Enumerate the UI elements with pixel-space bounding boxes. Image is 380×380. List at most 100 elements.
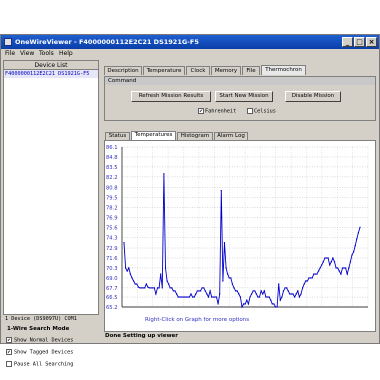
y-tick-label: 66.5 (106, 295, 118, 301)
data-point (206, 293, 208, 295)
y-tick-label: 76.9 (106, 215, 118, 221)
data-point (294, 296, 296, 298)
data-point (139, 287, 141, 289)
menu-view[interactable]: View (20, 50, 34, 57)
checkbox-unchecked-icon (6, 361, 12, 367)
data-point (126, 270, 128, 272)
minimize-button[interactable]: _ (342, 37, 353, 47)
data-point (177, 296, 179, 298)
close-button[interactable]: × (366, 37, 377, 47)
y-tick-label: 79.5 (106, 196, 118, 202)
subtab-status[interactable]: Status (105, 132, 130, 140)
data-point (298, 296, 301, 298)
data-point (301, 287, 304, 289)
temperature-chart[interactable]: 65.2 66.5 67.7 69.0 70.3 71.6 72.9 74.3 75.6 76.9… (105, 141, 375, 331)
menu-file[interactable]: File (5, 50, 15, 57)
data-point (255, 293, 257, 295)
data-point (211, 296, 213, 298)
data-point (171, 287, 173, 289)
data-point (207, 296, 210, 298)
data-point (214, 296, 216, 298)
y-tick-label: 65.2 (106, 305, 118, 311)
tab-thermochron[interactable]: Thermochron (261, 65, 306, 75)
data-point (290, 293, 293, 295)
data-point (337, 267, 339, 269)
data-point (343, 267, 345, 269)
y-tick-label: 86.1 (106, 145, 118, 151)
data-point (292, 293, 294, 295)
data-point (215, 296, 218, 298)
search-mode-title: 1-Wire Search Mode (7, 326, 70, 332)
tab-file[interactable]: File (242, 66, 260, 75)
data-point (305, 280, 307, 282)
tab-clock[interactable]: Clock (186, 66, 210, 75)
data-point (140, 287, 143, 289)
data-point (123, 242, 125, 244)
data-point (278, 283, 280, 285)
data-point (317, 270, 320, 272)
data-point (222, 280, 224, 282)
fahrenheit-checkbox[interactable]: ✔ Fahrenheit (198, 108, 236, 115)
temperature-graph[interactable]: 65.2 66.5 67.7 69.0 70.3 71.6 72.9 74.3 75.6 76.9… (104, 140, 376, 332)
menu-tools[interactable]: Tools (39, 50, 54, 57)
data-point (274, 306, 277, 308)
data-point (150, 287, 152, 289)
title-bar[interactable]: OneWireViewer - F4000000112E2C21 DS1921G… (1, 35, 379, 49)
maximize-button[interactable]: □ (354, 37, 365, 47)
data-point (179, 296, 181, 298)
pause-all-searching-checkbox[interactable]: Pause All Searching (6, 361, 73, 368)
tab-description[interactable]: Description (104, 66, 142, 75)
y-tick-label: 75.6 (106, 225, 118, 231)
data-point (187, 296, 189, 298)
refresh-mission-results-button[interactable]: Refresh Mission Results (131, 91, 211, 102)
data-point (182, 296, 184, 298)
data-point (156, 287, 159, 289)
data-point (271, 303, 273, 305)
series-line (123, 173, 361, 309)
data-point (325, 257, 328, 259)
checkbox-unchecked-icon (247, 108, 253, 114)
data-point (270, 299, 272, 301)
show-tagged-devices-checkbox[interactable]: ✔ Show Tagged Devices (6, 349, 73, 356)
data-point (263, 290, 265, 292)
disable-mission-button[interactable]: Disable Mission (285, 91, 341, 102)
checkbox-checked-icon: ✔ (198, 108, 204, 114)
data-point (225, 267, 227, 269)
celsius-checkbox[interactable]: Celsius (247, 108, 276, 115)
data-point (195, 293, 197, 295)
device-list-item[interactable]: F4000000112E2C21 DS1921G-F5 (4, 70, 98, 78)
data-point (359, 226, 361, 228)
data-point (254, 290, 256, 292)
main-panel: Description Temperature Clock Memory Fil… (102, 60, 377, 335)
command-title: Command (105, 77, 375, 85)
subtab-alarm-log[interactable]: Alarm Log (214, 132, 248, 140)
tab-temperature[interactable]: Temperature (143, 66, 185, 75)
data-point (230, 277, 232, 279)
data-point (137, 286, 139, 288)
data-point (136, 283, 138, 285)
show-normal-devices-checkbox[interactable]: ✔ Show Normal Devices (6, 337, 73, 344)
subtab-temperatures[interactable]: Temperatures (131, 131, 176, 140)
data-point (244, 303, 246, 305)
status-bar: Done Setting up viewer (105, 333, 178, 339)
y-tick-label: 67.7 (106, 286, 118, 292)
data-point (357, 232, 360, 234)
subtab-histogram[interactable]: Histogram (177, 132, 213, 140)
menu-help[interactable]: Help (59, 50, 73, 57)
checkbox-checked-icon: ✔ (6, 337, 12, 343)
data-point (346, 273, 348, 275)
data-point (348, 267, 350, 269)
data-point (265, 296, 267, 298)
data-point (228, 277, 230, 279)
data-point (231, 283, 234, 285)
data-point (128, 267, 130, 269)
data-point (219, 293, 221, 295)
start-new-mission-button[interactable]: Start New Mission (215, 91, 273, 102)
data-point (190, 293, 192, 295)
data-point (286, 287, 288, 289)
tab-memory[interactable]: Memory (211, 66, 241, 75)
data-point (174, 290, 176, 292)
data-point (241, 306, 243, 308)
data-point (309, 277, 312, 279)
device-count: 1 Device (DS9097U) COM1 (5, 316, 77, 322)
